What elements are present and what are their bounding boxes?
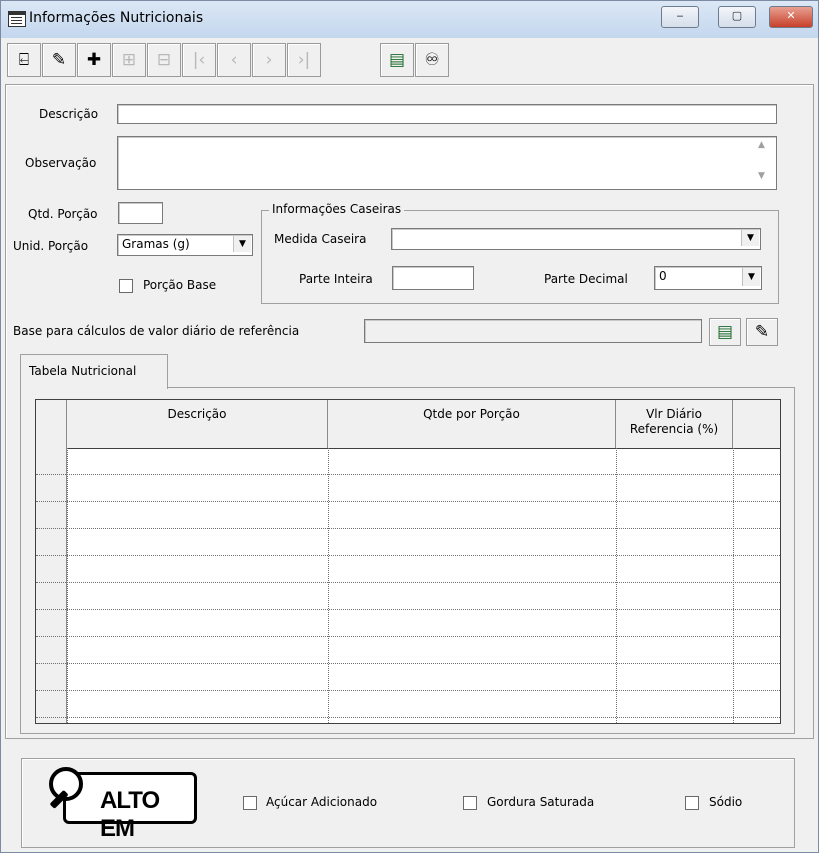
minimize-button[interactable]: ‒ [661, 6, 699, 28]
gordura-checkbox[interactable] [463, 796, 477, 810]
sodio-checkbox[interactable] [685, 796, 699, 810]
acucar-label: Açúcar Adicionado [266, 795, 378, 809]
tab-tabela-nutricional[interactable]: Tabela Nutricional [20, 354, 168, 389]
table-row[interactable] [36, 610, 780, 637]
magnifier-icon [49, 767, 83, 809]
row-indicator-header [36, 400, 67, 448]
nutrition-grid[interactable]: Descrição Qtde por Porção Vlr Diário Ref… [35, 399, 781, 724]
descricao-input[interactable] [117, 104, 777, 124]
insert-button[interactable]: ⊞ [112, 43, 146, 77]
new-button[interactable]: ✚ [77, 43, 111, 77]
pencil-icon: ✎ [51, 50, 67, 70]
title-bar[interactable]: Informações Nutricionais ‒ ▢ ✕ [1, 1, 818, 38]
base-calc-list-button[interactable]: ▤ [709, 318, 741, 346]
table-row[interactable] [36, 664, 780, 691]
medida-caseira-label: Medida Caseira [274, 232, 367, 246]
unid-porcao-select[interactable]: Gramas (g) ▼ [117, 234, 253, 256]
alto-em-logo: ALTO EM [39, 767, 201, 842]
table-row[interactable] [36, 502, 780, 529]
table-row[interactable] [36, 637, 780, 664]
base-calc-edit-button[interactable]: ✎ [746, 318, 778, 346]
unid-porcao-value: Gramas (g) [122, 237, 190, 251]
observacao-textarea[interactable] [117, 136, 777, 190]
sodio-label: Sódio [709, 795, 743, 809]
grid-column-divider [733, 448, 734, 723]
qtd-porcao-label: Qtd. Porção [28, 207, 98, 221]
pencil-icon: ✎ [754, 322, 770, 342]
table-row[interactable] [36, 448, 780, 475]
tab-label: Tabela Nutricional [29, 364, 137, 378]
scroll-up-icon[interactable]: ▲ [758, 140, 765, 150]
chevron-down-icon[interactable]: ▼ [742, 268, 760, 286]
chevron-down-icon[interactable]: ▼ [233, 236, 251, 252]
grid-column-divider [67, 448, 68, 723]
first-button[interactable]: |‹ [182, 43, 216, 77]
next-record-icon: › [265, 50, 273, 70]
close-button[interactable]: ✕ [769, 6, 813, 28]
maximize-icon: ▢ [731, 9, 743, 22]
search-button[interactable]: ♾ [415, 43, 449, 77]
table-row[interactable] [36, 691, 780, 718]
next-button[interactable]: › [252, 43, 286, 77]
parte-inteira-label: Parte Inteira [299, 272, 373, 286]
exit-door-icon: ⍇ [18, 50, 30, 70]
prev-button[interactable]: ‹ [217, 43, 251, 77]
caseiras-title: Informações Caseiras [269, 202, 405, 216]
prev-record-icon: ‹ [230, 50, 238, 70]
list-icon: ▤ [716, 322, 734, 342]
unid-porcao-label: Unid. Porção [13, 239, 89, 253]
table-row[interactable] [36, 556, 780, 583]
table-row[interactable] [36, 583, 780, 610]
acucar-checkbox[interactable] [243, 796, 257, 810]
minimize-icon: ‒ [676, 9, 684, 22]
grid-header: Descrição Qtde por Porção Vlr Diário Ref… [36, 400, 780, 449]
main-window: Informações Nutricionais ‒ ▢ ✕ ⍇ ✎ ✚ ⊞ ⊟ |‹ ‹ ›… [0, 0, 819, 853]
parte-decimal-label: Parte Decimal [544, 272, 628, 286]
grid-column-divider [328, 448, 329, 723]
medida-caseira-select[interactable]: ▼ [391, 228, 761, 250]
base-calc-label: Base para cálculos de valor diário de re… [13, 324, 300, 338]
observacao-label: Observação [25, 156, 97, 170]
col-qtde-header[interactable]: Qtde por Porção [328, 400, 616, 448]
window-title: Informações Nutricionais [29, 10, 204, 26]
delete-record-icon: ⊟ [156, 50, 172, 70]
exit-button[interactable]: ⍇ [7, 43, 41, 77]
edit-button[interactable]: ✎ [42, 43, 76, 77]
parte-decimal-select[interactable]: 0 ▼ [654, 266, 762, 290]
delete-button[interactable]: ⊟ [147, 43, 181, 77]
chevron-down-icon[interactable]: ▼ [741, 230, 759, 246]
table-row[interactable] [36, 529, 780, 556]
new-folder-icon: ✚ [86, 50, 102, 70]
last-record-icon: ›| [297, 50, 311, 70]
col-vlr-diario-header[interactable]: Vlr Diário Referencia (%) [616, 400, 733, 448]
scroll-down-icon[interactable]: ▼ [758, 171, 765, 181]
form-icon [8, 11, 26, 27]
insert-record-icon: ⊞ [121, 50, 137, 70]
qtd-porcao-input[interactable] [118, 202, 163, 224]
parte-inteira-input[interactable] [392, 266, 474, 290]
table-row[interactable] [36, 475, 780, 502]
parte-decimal-value: 0 [659, 269, 667, 283]
porcao-base-label: Porção Base [143, 278, 217, 292]
maximize-button[interactable]: ▢ [718, 6, 756, 28]
base-calc-input[interactable] [364, 319, 702, 343]
col-descricao-header[interactable]: Descrição [67, 400, 328, 448]
binoculars-icon: ♾ [424, 50, 440, 70]
descricao-label: Descrição [39, 107, 99, 121]
first-record-icon: |‹ [192, 50, 206, 70]
alto-em-text: ALTO EM [100, 787, 160, 842]
list-icon: ▤ [388, 50, 406, 70]
last-button[interactable]: ›| [287, 43, 321, 77]
close-icon: ✕ [786, 9, 796, 22]
grid-column-divider [616, 448, 617, 723]
porcao-base-checkbox[interactable] [119, 279, 133, 293]
col-extra-header [733, 400, 780, 448]
gordura-label: Gordura Saturada [487, 795, 595, 809]
list-button[interactable]: ▤ [380, 43, 414, 77]
